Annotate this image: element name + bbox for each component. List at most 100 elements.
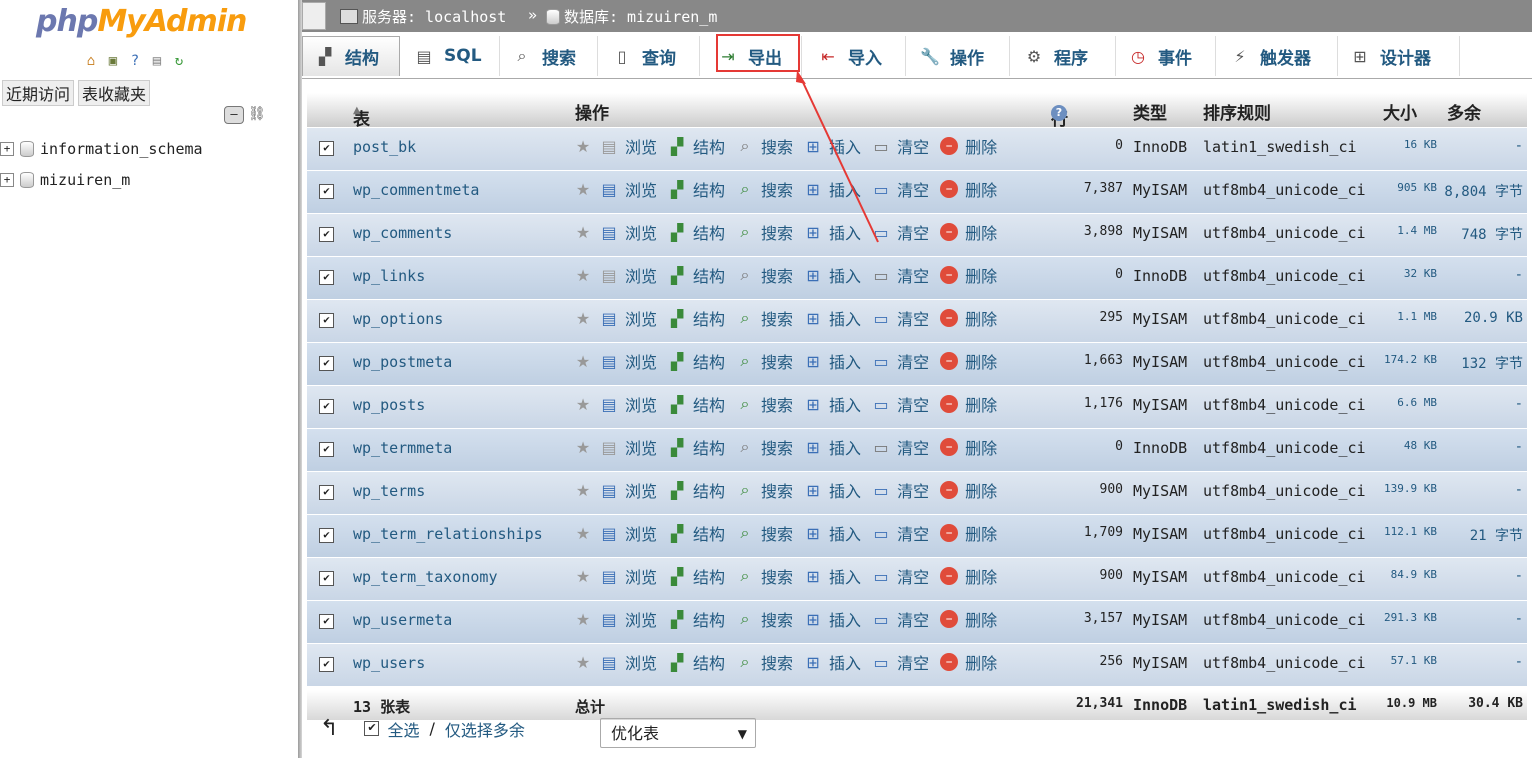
drop-link[interactable]: 删除 [965, 134, 997, 158]
search-link[interactable]: 搜索 [761, 306, 793, 330]
tab-structure[interactable]: ▞ 结构 [302, 36, 400, 76]
table-size[interactable]: 139.9 KB [1375, 482, 1437, 495]
expand-icon[interactable]: + [0, 173, 14, 187]
structure-icon[interactable]: ▞ [667, 394, 687, 414]
structure-icon[interactable]: ▞ [667, 308, 687, 328]
tab-query[interactable]: ▯ 查询 [600, 36, 700, 76]
table-name-link[interactable]: wp_term_taxonomy [353, 568, 498, 586]
drop-icon[interactable]: – [939, 351, 959, 371]
search-link[interactable]: 搜索 [761, 220, 793, 244]
row-checkbox[interactable]: ✔ [319, 356, 334, 371]
search-link[interactable]: 搜索 [761, 134, 793, 158]
search-icon[interactable]: ⌕ [735, 351, 755, 371]
row-checkbox[interactable]: ✔ [319, 657, 334, 672]
search-link[interactable]: 搜索 [761, 392, 793, 416]
structure-link[interactable]: 结构 [693, 349, 725, 373]
drop-icon[interactable]: – [939, 609, 959, 629]
search-link[interactable]: 搜索 [761, 607, 793, 631]
search-link[interactable]: 搜索 [761, 349, 793, 373]
recent-tab[interactable]: 近期访问 [2, 80, 75, 106]
browse-link[interactable]: 浏览 [625, 650, 657, 674]
insert-icon[interactable]: ⊞ [803, 136, 823, 156]
insert-icon[interactable]: ⊞ [803, 437, 823, 457]
insert-icon[interactable]: ⊞ [803, 566, 823, 586]
insert-link[interactable]: 插入 [829, 564, 861, 588]
browse-link[interactable]: 浏览 [625, 220, 657, 244]
star-icon[interactable]: ★ [573, 652, 593, 672]
insert-link[interactable]: 插入 [829, 607, 861, 631]
panel-splitter[interactable] [298, 0, 302, 758]
table-size[interactable]: 6.6 MB [1375, 396, 1437, 409]
empty-link[interactable]: 清空 [897, 263, 929, 287]
row-checkbox[interactable]: ✔ [319, 571, 334, 586]
table-name-link[interactable]: wp_posts [353, 396, 425, 414]
check-all-checkbox[interactable]: ✔ [364, 721, 380, 736]
drop-link[interactable]: 删除 [965, 521, 997, 545]
browse-icon[interactable]: ▤ [599, 480, 619, 500]
table-name-link[interactable]: wp_options [353, 310, 443, 328]
empty-link[interactable]: 清空 [897, 435, 929, 459]
db-name[interactable]: mizuiren_m [40, 171, 130, 189]
tab-triggers[interactable]: ⚡ 触发器 [1218, 36, 1338, 76]
empty-icon[interactable]: ▭ [871, 179, 891, 199]
table-name-link[interactable]: wp_users [353, 654, 425, 672]
table-name-link[interactable]: wp_usermeta [353, 611, 452, 629]
row-checkbox[interactable]: ✔ [319, 485, 334, 500]
row-checkbox[interactable]: ✔ [319, 614, 334, 629]
table-name-link[interactable]: wp_postmeta [353, 353, 452, 371]
collapse-all-button[interactable]: — [224, 106, 244, 124]
browse-icon[interactable]: ▤ [599, 136, 619, 156]
star-icon[interactable]: ★ [573, 222, 593, 242]
structure-icon[interactable]: ▞ [667, 480, 687, 500]
browse-link[interactable]: 浏览 [625, 349, 657, 373]
empty-link[interactable]: 清空 [897, 607, 929, 631]
db-item-information-schema[interactable]: + information_schema [0, 140, 203, 158]
table-size[interactable]: 16 KB [1375, 138, 1437, 151]
empty-icon[interactable]: ▭ [871, 523, 891, 543]
star-icon[interactable]: ★ [573, 136, 593, 156]
insert-icon[interactable]: ⊞ [803, 652, 823, 672]
row-checkbox[interactable]: ✔ [319, 141, 334, 156]
phpmyadmin-logo[interactable]: phpMyAdmin [36, 4, 247, 39]
table-size[interactable]: 905 KB [1375, 181, 1437, 194]
structure-link[interactable]: 结构 [693, 263, 725, 287]
breadcrumb-database[interactable]: 数据库: mizuiren_m [546, 6, 717, 27]
insert-icon[interactable]: ⊞ [803, 351, 823, 371]
empty-icon[interactable]: ▭ [871, 222, 891, 242]
insert-link[interactable]: 插入 [829, 349, 861, 373]
server-link[interactable]: 服务器: localhost [362, 6, 506, 27]
drop-icon[interactable]: – [939, 308, 959, 328]
help-icon[interactable]: ? [126, 52, 144, 70]
star-icon[interactable]: ★ [573, 265, 593, 285]
empty-icon[interactable]: ▭ [871, 351, 891, 371]
browse-icon[interactable]: ▤ [599, 437, 619, 457]
structure-link[interactable]: 结构 [693, 220, 725, 244]
empty-icon[interactable]: ▭ [871, 136, 891, 156]
insert-icon[interactable]: ⊞ [803, 308, 823, 328]
empty-link[interactable]: 清空 [897, 220, 929, 244]
browse-link[interactable]: 浏览 [625, 521, 657, 545]
search-link[interactable]: 搜索 [761, 478, 793, 502]
logout-icon[interactable]: ▣ [104, 52, 122, 70]
star-icon[interactable]: ★ [573, 437, 593, 457]
structure-link[interactable]: 结构 [693, 607, 725, 631]
structure-icon[interactable]: ▞ [667, 523, 687, 543]
structure-icon[interactable]: ▞ [667, 136, 687, 156]
empty-icon[interactable]: ▭ [871, 394, 891, 414]
search-icon[interactable]: ⌕ [735, 652, 755, 672]
insert-icon[interactable]: ⊞ [803, 609, 823, 629]
table-name-link[interactable]: wp_term_relationships [353, 525, 543, 543]
empty-icon[interactable]: ▭ [871, 480, 891, 500]
search-icon[interactable]: ⌕ [735, 609, 755, 629]
star-icon[interactable]: ★ [573, 523, 593, 543]
browse-link[interactable]: 浏览 [625, 435, 657, 459]
star-icon[interactable]: ★ [573, 566, 593, 586]
tab-export[interactable]: ⇥ 导出 [706, 36, 802, 76]
star-icon[interactable]: ★ [573, 394, 593, 414]
search-link[interactable]: 搜索 [761, 564, 793, 588]
structure-link[interactable]: 结构 [693, 392, 725, 416]
structure-link[interactable]: 结构 [693, 435, 725, 459]
insert-link[interactable]: 插入 [829, 263, 861, 287]
drop-link[interactable]: 删除 [965, 392, 997, 416]
breadcrumb-server[interactable]: 服务器: localhost [340, 6, 506, 27]
